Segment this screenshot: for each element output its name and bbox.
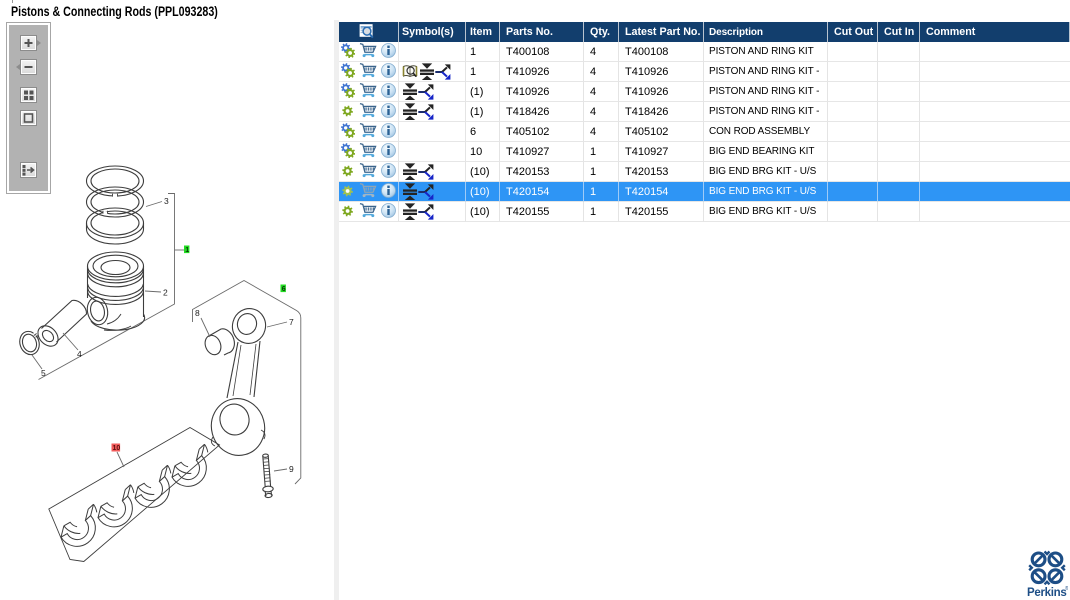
- svg-text:9: 9: [289, 464, 294, 474]
- svg-text:6: 6: [282, 286, 286, 293]
- svg-text:7: 7: [289, 317, 294, 327]
- svg-text:4: 4: [77, 349, 82, 359]
- svg-text:5: 5: [41, 368, 46, 378]
- svg-text:®: ®: [1065, 585, 1068, 592]
- svg-text:3: 3: [164, 196, 169, 206]
- svg-text:2: 2: [163, 288, 168, 298]
- svg-text:10: 10: [113, 445, 121, 452]
- svg-text:Perkins: Perkins: [1027, 587, 1066, 598]
- svg-text:8: 8: [195, 308, 200, 318]
- svg-text:1: 1: [185, 247, 189, 254]
